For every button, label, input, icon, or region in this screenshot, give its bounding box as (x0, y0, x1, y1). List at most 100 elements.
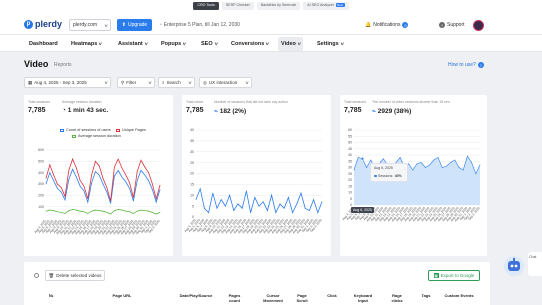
data-point (106, 191, 108, 193)
nav-item-video[interactable]: Video v (278, 36, 304, 51)
data-point (140, 209, 142, 211)
data-point (53, 180, 54, 181)
data-point (408, 163, 409, 165)
data-point (296, 203, 298, 205)
chevron-down-icon: v (104, 22, 108, 28)
how-to-use-label: How to use? (448, 62, 476, 68)
data-point (72, 158, 73, 160)
avatar[interactable] (473, 20, 484, 31)
nav-item-settings[interactable]: Settings v (314, 37, 346, 51)
table-header: Page URL (112, 293, 132, 298)
chat-tab[interactable]: Chat (528, 252, 542, 276)
data-point (237, 203, 239, 205)
search-button[interactable]: ⌕ Search v (158, 77, 195, 88)
nav-item-label: Dashboard (29, 40, 58, 47)
logo-text: plerdy (35, 19, 63, 29)
tool-tab[interactable]: SERP Checker (221, 2, 254, 10)
nav-item-heatmaps[interactable]: Heatmaps v (68, 37, 105, 51)
nav-item-dashboard[interactable]: Dashboard (26, 37, 61, 51)
chevron-down-icon: v (188, 80, 192, 85)
data-point (53, 174, 54, 176)
y-tick-label: 25 (190, 161, 194, 165)
date-range-picker[interactable]: ▦ Aug 4, 2025 - Sep 3, 2025 v (24, 77, 111, 88)
nav-item-conversions[interactable]: Conversions v (228, 37, 272, 51)
chevron-down-icon: v (144, 41, 148, 46)
data-point (87, 213, 89, 214)
nav-item-assistant[interactable]: Assistant v (115, 37, 150, 51)
chart-tooltip: Aug 6, 2025 Sessions: 40% (370, 163, 408, 182)
table-header: Custom Events (444, 293, 474, 298)
data-point (279, 203, 281, 205)
delete-label: Delete selected videos (56, 273, 102, 278)
data-point (479, 164, 481, 166)
data-point (76, 176, 77, 178)
nav-item-label: Heatmaps (71, 40, 98, 47)
y-tick-label: 15 (348, 184, 352, 188)
plan-text: Enterprise 5 Plan, till Jan 12, 2030 (163, 22, 240, 28)
filter-button[interactable]: ⚲ Filter v (117, 77, 155, 88)
data-point (441, 167, 443, 168)
data-point (102, 177, 104, 179)
data-point (129, 182, 130, 184)
data-point (121, 176, 123, 178)
data-point (133, 213, 134, 214)
tool-tab[interactable]: AI SEO Analyzer New (303, 2, 349, 10)
export-label: Export to Google (440, 273, 475, 278)
logo[interactable]: p plerdy (24, 19, 62, 29)
data-point (117, 158, 119, 160)
y-tick-label: 10 (348, 191, 352, 195)
data-point (49, 164, 51, 166)
data-point (117, 209, 119, 210)
upgrade-button[interactable]: ⬆ Upgrade (117, 19, 152, 31)
tool-tab-label: CRO Tools (197, 3, 215, 7)
data-point (425, 167, 426, 168)
nav-item-popups[interactable]: Popups v (158, 37, 189, 51)
data-point (79, 210, 81, 212)
data-point (133, 200, 134, 202)
search-icon: ⌕ (162, 80, 165, 85)
data-point (83, 185, 85, 187)
chevron-down-icon: v (182, 41, 187, 46)
data-point (220, 199, 222, 200)
data-point (300, 192, 302, 194)
data-point (437, 157, 439, 158)
data-point (114, 175, 115, 177)
data-point (64, 199, 66, 201)
data-point (87, 201, 89, 203)
data-point (140, 159, 142, 161)
chat-widget-icon[interactable] (502, 254, 526, 278)
data-point (98, 165, 100, 167)
data-point (91, 210, 92, 212)
tool-tab[interactable]: CRO Tools (193, 2, 219, 10)
data-point (152, 183, 153, 185)
tool-tab[interactable]: Backlinks by Semrush (256, 2, 301, 10)
data-point (321, 201, 323, 203)
series-line (45, 209, 161, 215)
filter-label: Filter (126, 80, 137, 85)
how-to-use-link[interactable]: How to use? ? (448, 62, 484, 68)
data-point (471, 162, 472, 163)
data-point (121, 209, 123, 211)
domain-select[interactable]: plerdy.com v (69, 19, 111, 31)
data-point (148, 180, 149, 181)
data-point (458, 167, 460, 168)
data-point (148, 172, 149, 174)
ux-interaction-label: UX interaction (208, 80, 238, 85)
series-line (195, 187, 323, 214)
support-button[interactable]: ? Support (439, 22, 465, 28)
data-point (144, 174, 146, 176)
select-all-checkbox[interactable] (34, 273, 39, 278)
nav-item-seo[interactable]: SEO v (198, 37, 220, 51)
data-point (241, 207, 243, 209)
data-point (144, 210, 146, 211)
ux-interaction-select[interactable]: ◎ UX interaction v (199, 77, 252, 88)
data-point (95, 171, 96, 172)
sessions-line-chart: 600500400300200100Aug 4, 2025Aug 5, 2025… (33, 148, 161, 235)
data-point (57, 183, 58, 185)
delete-selected-button[interactable]: 🗑 Delete selected videos (45, 270, 105, 281)
nav-item-label: Conversions (231, 40, 265, 47)
data-point (148, 210, 149, 212)
notifications-button[interactable]: 🔔 Notifications 0 (365, 22, 409, 28)
export-google-button[interactable]: ▦ Export to Google (428, 270, 480, 281)
data-point (155, 198, 157, 200)
